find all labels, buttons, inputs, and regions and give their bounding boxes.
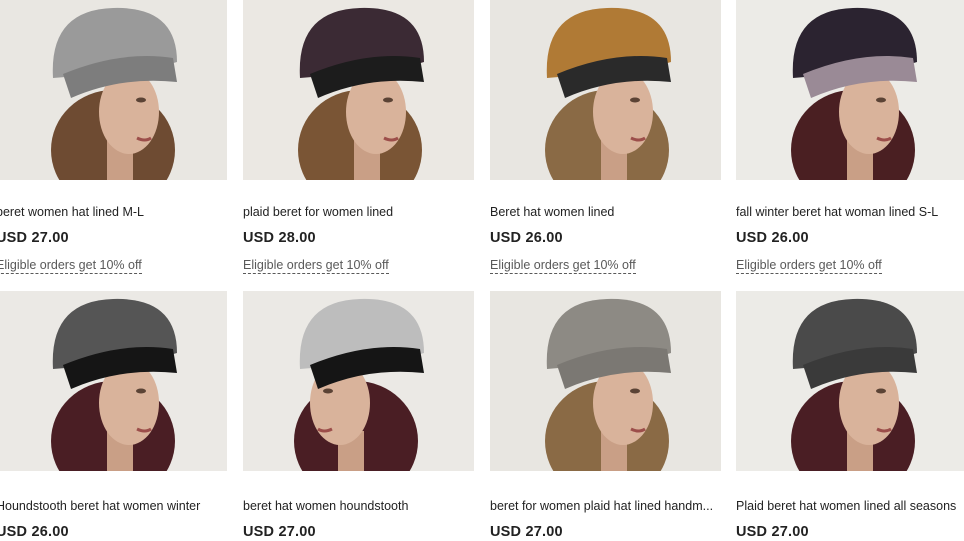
listing-price: USD 28.00: [243, 230, 316, 246]
product-photo: [243, 291, 474, 471]
eye: [136, 97, 146, 103]
eye: [323, 388, 333, 394]
listing-price: USD 27.00: [243, 524, 316, 540]
listing-price: USD 26.00: [736, 230, 809, 246]
listing-title[interactable]: plaid beret for women lined: [243, 204, 474, 220]
houndstooth-white-beret-photo[interactable]: [243, 291, 474, 471]
listing-title[interactable]: beret women hat lined M-L: [0, 204, 227, 220]
listing-price: USD 26.00: [490, 230, 563, 246]
listing-title[interactable]: Plaid beret hat women lined all seasons: [736, 498, 964, 514]
eye: [630, 388, 640, 394]
product-photo: [736, 291, 964, 471]
eye: [876, 97, 886, 103]
listing-price: USD 27.00: [0, 230, 69, 246]
listing-price: USD 27.00: [490, 524, 563, 540]
promo-link[interactable]: Eligible orders get 10% off: [490, 257, 636, 274]
grey-plaid-beret-photo[interactable]: [490, 291, 721, 471]
eye: [136, 388, 146, 394]
grey-floral-knit-beret-photo[interactable]: [0, 0, 227, 180]
promo-link[interactable]: Eligible orders get 10% off: [0, 257, 142, 274]
black-white-plaid-beret-photo[interactable]: [736, 291, 964, 471]
eye: [876, 388, 886, 394]
houndstooth-black-beret-photo[interactable]: [0, 291, 227, 471]
product-photo: [490, 0, 721, 180]
product-photo: [243, 0, 474, 180]
eye: [383, 97, 393, 103]
listing-price: USD 26.00: [0, 524, 69, 540]
purple-floral-beret-photo[interactable]: [736, 0, 964, 180]
promo-link[interactable]: Eligible orders get 10% off: [736, 257, 882, 274]
listing-title[interactable]: beret for women plaid hat lined handm...: [490, 498, 721, 514]
listing-title[interactable]: Beret hat women lined: [490, 204, 721, 220]
leopard-print-beret-photo[interactable]: [490, 0, 721, 180]
listing-title[interactable]: fall winter beret hat woman lined S-L: [736, 204, 964, 220]
listing-price: USD 27.00: [736, 524, 809, 540]
listing-title[interactable]: Houndstooth beret hat women winter: [0, 498, 227, 514]
product-photo: [0, 0, 227, 180]
eye: [630, 97, 640, 103]
promo-link[interactable]: Eligible orders get 10% off: [243, 257, 389, 274]
listing-title[interactable]: beret hat women houndstooth: [243, 498, 474, 514]
product-photo: [0, 291, 227, 471]
plaid-burgundy-beret-photo[interactable]: [243, 0, 474, 180]
product-photo: [490, 291, 721, 471]
product-photo: [736, 0, 964, 180]
